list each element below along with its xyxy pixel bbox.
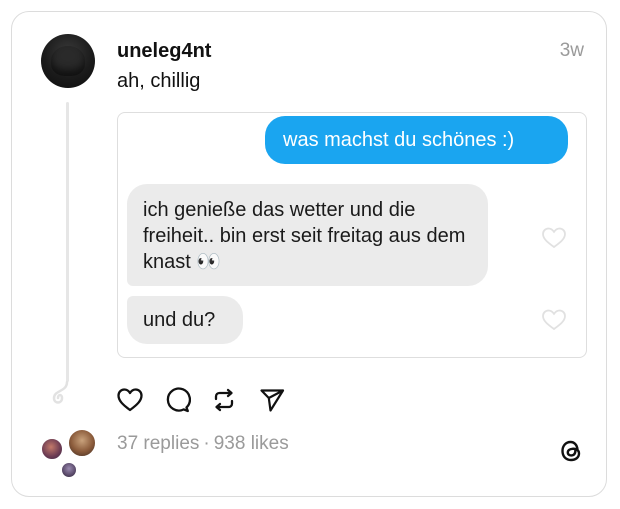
replies-count[interactable]: 37 replies [117,433,199,454]
replier-avatar[interactable] [60,461,78,479]
heart-outline-icon[interactable] [116,386,144,414]
thread-line [66,102,69,382]
username[interactable]: uneleg4nt [117,40,211,63]
repost-arrows-icon[interactable] [210,386,238,414]
incoming-message-bubble: und du? [127,296,243,344]
outgoing-message-bubble: was machst du schönes :) [265,116,568,164]
threads-logo-icon[interactable] [558,437,584,465]
avatar[interactable] [41,34,95,88]
post-stats: 37 replies · 938 likes [117,433,289,455]
message-text: ich genieße das wetter und die freiheit.… [143,199,466,273]
post-timestamp: 3w [559,40,584,61]
message-text: was machst du schönes :) [283,128,515,151]
incoming-message-bubble: ich genieße das wetter und die freiheit.… [127,184,488,286]
heart-outline-icon [542,309,566,331]
message-text: und du? [143,309,216,331]
likes-count[interactable]: 938 likes [214,433,289,454]
post-caption: ah, chillig [117,70,201,92]
replier-avatar[interactable] [67,428,97,458]
stats-separator: · [203,433,210,454]
replier-avatar[interactable] [40,437,64,461]
send-paper-plane-icon[interactable] [258,386,286,414]
thread-loop-icon [52,380,69,404]
heart-outline-icon [542,227,566,249]
comment-bubble-icon[interactable] [163,386,191,414]
